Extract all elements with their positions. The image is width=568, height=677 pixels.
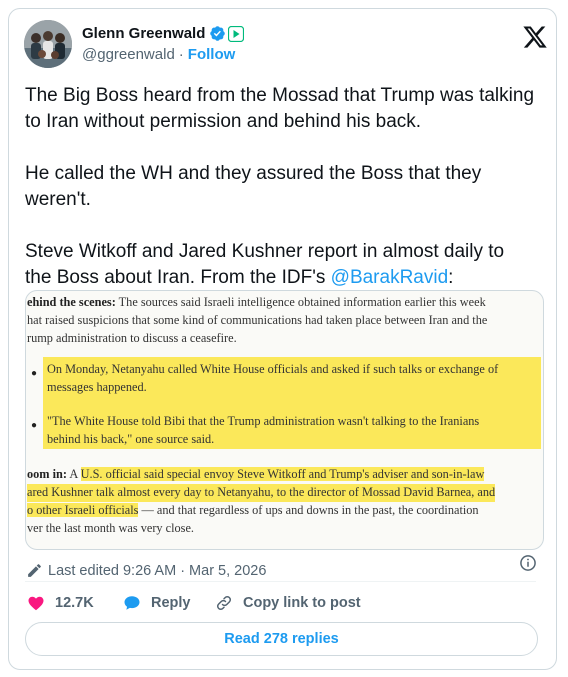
link-icon [216, 595, 232, 611]
like-count[interactable]: 12.7K [55, 595, 94, 611]
article-line: rump administration to discuss a ceasefi… [27, 331, 237, 345]
divider [25, 581, 536, 582]
pencil-icon [28, 564, 41, 577]
reply-bubble-icon [124, 596, 140, 610]
article-bold-lead: oom in: [27, 467, 67, 481]
x-logo-icon[interactable] [522, 24, 548, 50]
reply-label[interactable]: Reply [151, 595, 191, 611]
article-line: messages happened. [47, 380, 147, 394]
follow-button[interactable]: Follow [188, 46, 236, 63]
tweet-paragraph-3-prefix: the Boss about Iran. From the IDF's [25, 267, 331, 288]
author-name-text[interactable]: Glenn Greenwald [82, 25, 205, 42]
tweet-paragraph-3: Steve Witkoff and Jared Kushner report i… [25, 239, 545, 291]
copy-link-button[interactable]: Copy link to post [215, 594, 361, 612]
tweet-card: Glenn Greenwald @ggreenwald · Follow The B… [8, 8, 557, 670]
article-line: On Monday, Netanyahu called White House … [47, 362, 499, 376]
tweet-paragraph-3-suffix: : [448, 267, 454, 288]
article-highlight: U.S. official said special envoy Steve W… [80, 467, 485, 481]
avatar-photo-icon [24, 20, 72, 68]
article-bold-lead: ehind the scenes: [27, 295, 116, 309]
copy-link-label[interactable]: Copy link to post [243, 595, 361, 611]
media-attachment[interactable]: ehind the scenes: The sources said Israe… [25, 290, 544, 550]
tweet-paragraph-3-line-1: Steve Witkoff and Jared Kushner report i… [25, 241, 505, 262]
heart-icon [28, 596, 44, 611]
article-highlight: ared Kushner talk almost every day to Ne… [27, 484, 496, 502]
article-line: "The White House told Bibi that the Trum… [47, 414, 480, 428]
subscription-badge-icon [228, 25, 245, 42]
avatar[interactable] [24, 20, 72, 68]
mention-link[interactable]: @BarakRavid [331, 267, 449, 288]
info-icon[interactable] [518, 553, 538, 573]
author-name[interactable]: Glenn Greenwald [82, 25, 245, 42]
article-line: behind his back," one source said. [47, 432, 215, 446]
verified-badge-icon [210, 26, 226, 41]
tweet-paragraph-1: The Big Boss heard from the Mossad that … [25, 85, 535, 132]
action-bar: 12.7K Reply Copy link to post [25, 594, 536, 614]
article-line: oom in: A U.S. official said special env… [27, 466, 485, 484]
bullet-icon: ● [31, 368, 38, 379]
edited-label[interactable]: Last edited 9:26 AM · Mar 5, 2026 [48, 563, 266, 579]
tweet-paragraph-2: He called the WH and they assured the Bo… [25, 163, 482, 210]
edited-timestamp[interactable]: Last edited 9:26 AM · Mar 5, 2026 [26, 562, 266, 579]
article-line: o other Israeli officials — and that reg… [27, 502, 479, 520]
tweet-text: The Big Boss heard from the Mossad that … [25, 83, 545, 291]
article-line: ver the last month was very close. [27, 521, 194, 535]
bullet-icon: ● [31, 420, 38, 431]
article-text: The sources said Israeli intelligence ob… [115, 295, 486, 309]
like-button[interactable]: 12.7K [27, 594, 94, 612]
article-line: ehind the scenes: The sources said Israe… [27, 294, 486, 312]
article-text: A [66, 467, 81, 481]
article-text: — and that regardless of ups and downs i… [138, 503, 479, 517]
reply-button[interactable]: Reply [123, 594, 191, 612]
article-highlight: o other Israeli officials [27, 503, 139, 517]
read-replies-button[interactable]: Read 278 replies [25, 622, 538, 656]
author-handle[interactable]: @ggreenwald [82, 46, 175, 63]
separator-dot: · [178, 46, 184, 63]
author-handle-line: @ggreenwald · Follow [82, 46, 235, 63]
article-line: hat raised suspicions that some kind of … [27, 313, 488, 327]
